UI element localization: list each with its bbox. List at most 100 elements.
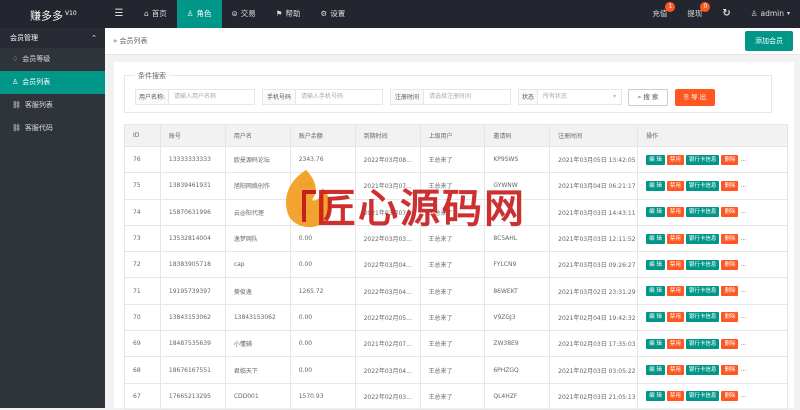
table-row: 67 17665213295 CDD001 1570.93 2022年02月03... 王…	[124, 382, 788, 410]
sidebar-item-service-list[interactable]: ⛓ 客服列表	[0, 94, 105, 117]
nav-settings[interactable]: ⚙ 设置	[311, 0, 356, 28]
table-header-cell: ID	[124, 124, 161, 147]
disable-button[interactable]: 禁用	[666, 259, 684, 270]
sidebar-item-service-code[interactable]: ⛓ 客服代码	[0, 117, 105, 140]
delete-button[interactable]: 删除	[721, 365, 739, 376]
disable-button[interactable]: 禁用	[666, 312, 684, 323]
table-cell: 2021年02月04日 19:42:32	[549, 303, 639, 332]
username-input[interactable]: 请输入用户名称	[168, 89, 255, 105]
edit-button[interactable]: 编 辑	[646, 233, 665, 244]
edit-button[interactable]: 编 辑	[646, 312, 665, 323]
bank-card-button[interactable]: 银行卡信息	[685, 312, 720, 323]
recharge-link[interactable]: 充值 1	[642, 0, 677, 28]
table-actions-cell: 编 辑禁用 银行卡信息 删除...	[637, 277, 788, 305]
add-member-button[interactable]: 添加会员	[745, 31, 793, 51]
table-row: 76 13333333333 欧曼源码论坛 2343.76 2022年03月08... 王…	[124, 145, 788, 174]
disable-button[interactable]: 禁用	[666, 338, 684, 349]
brand-logo[interactable]: 赚多多 V10	[0, 0, 105, 28]
table-cell: 王总来了	[419, 303, 486, 332]
sidebar-item-member-level[interactable]: ♢ 会员等级	[0, 48, 105, 71]
nav-help[interactable]: ⚑ 帮助	[266, 0, 311, 28]
disable-button[interactable]: 禁用	[666, 365, 684, 376]
more-button[interactable]: ...	[740, 235, 746, 242]
table-cell: 王总来了	[419, 198, 486, 226]
menu-toggle-icon[interactable]: ☰	[112, 0, 126, 28]
table-cell: 70	[124, 303, 161, 332]
disable-button[interactable]: 禁用	[666, 286, 684, 297]
table-cell: 13843153062	[224, 303, 291, 332]
edit-button[interactable]: 编 辑	[646, 338, 665, 349]
table-cell: QL4HZF	[484, 382, 551, 410]
withdraw-link[interactable]: 提现 0	[677, 0, 712, 28]
sidebar-group-member[interactable]: 会员管理 ⌃	[0, 28, 105, 48]
nav-role-label: 角色	[196, 9, 212, 18]
delete-button[interactable]: 删除	[721, 286, 739, 297]
delete-button[interactable]: 删除	[721, 180, 739, 191]
disable-button[interactable]: 禁用	[666, 154, 684, 165]
export-button[interactable]: ⎘ 导 出	[675, 89, 715, 106]
delete-button[interactable]: 删除	[721, 233, 739, 244]
edit-button[interactable]: 编 辑	[646, 180, 665, 191]
more-button[interactable]: ...	[740, 208, 746, 215]
bank-card-button[interactable]: 银行卡信息	[685, 180, 720, 191]
delete-button[interactable]: 删除	[721, 259, 739, 270]
regtime-input[interactable]: 请选择注册时间	[423, 89, 511, 105]
bank-card-button[interactable]: 银行卡信息	[685, 154, 720, 165]
edit-button[interactable]: 编 辑	[646, 286, 665, 297]
delete-button[interactable]: 删除	[721, 312, 739, 323]
user-avatar-icon: ♙	[750, 9, 758, 18]
more-button[interactable]: ...	[740, 392, 746, 399]
more-button[interactable]: ...	[740, 366, 746, 373]
more-button[interactable]: ...	[740, 340, 746, 347]
nav-role[interactable]: ♙ 角色	[176, 0, 222, 28]
more-button[interactable]: ...	[740, 156, 746, 163]
table-actions-cell: 编 辑禁用 银行卡信息 删除...	[637, 224, 788, 253]
table-row: 74 15870631996 云@阳代理 0.00 2021年03月07... 王总来了 2…	[124, 198, 788, 226]
table-cell: 0.00	[289, 198, 356, 226]
table-actions-cell: 编 辑禁用 银行卡信息 删除...	[637, 382, 788, 410]
refresh-icon[interactable]: ↻	[712, 0, 740, 28]
status-select[interactable]: 所有状态 ▾	[537, 89, 622, 105]
edit-button[interactable]: 编 辑	[646, 259, 665, 270]
export-button-label: 导 出	[691, 93, 707, 101]
disable-button[interactable]: 禁用	[666, 233, 684, 244]
delete-button[interactable]: 删除	[721, 338, 739, 349]
delete-button[interactable]: 删除	[721, 391, 739, 402]
phone-input[interactable]: 请输入手机号码	[295, 89, 383, 105]
delete-button[interactable]: 删除	[721, 207, 739, 218]
edit-button[interactable]: 编 辑	[646, 365, 665, 376]
delete-button[interactable]: 删除	[721, 154, 739, 165]
disable-button[interactable]: 禁用	[666, 180, 684, 191]
nav-home[interactable]: ⌂ 首页	[134, 0, 177, 28]
bank-card-button[interactable]: 银行卡信息	[685, 233, 720, 244]
more-button[interactable]: ...	[740, 182, 746, 189]
table-cell: 旭阳网络创作	[224, 172, 291, 200]
table-header-cell: 用户名	[224, 124, 291, 147]
bank-card-button[interactable]: 银行卡信息	[685, 338, 720, 349]
table-cell: 18487535639	[159, 330, 226, 358]
edit-button[interactable]: 编 辑	[646, 154, 665, 165]
table-cell: FYLCN9	[484, 251, 551, 279]
top-nav: ⌂ 首页 ♙ 角色 ⊜ 交易 ⚑ 帮助 ⚙ 设置	[134, 0, 355, 28]
bank-card-button[interactable]: 银行卡信息	[685, 207, 720, 218]
more-button[interactable]: ...	[740, 313, 746, 320]
search-button[interactable]: ⌕ 搜 索	[628, 89, 668, 106]
edit-button[interactable]: 编 辑	[646, 391, 665, 402]
bank-card-button[interactable]: 银行卡信息	[685, 365, 720, 376]
bank-card-button[interactable]: 银行卡信息	[685, 286, 720, 297]
regtime-label: 注册时间	[390, 89, 424, 105]
bank-card-button[interactable]: 银行卡信息	[685, 391, 720, 402]
disable-button[interactable]: 禁用	[666, 391, 684, 402]
bank-card-button[interactable]: 银行卡信息	[685, 259, 720, 270]
nav-trade[interactable]: ⊜ 交易	[222, 0, 266, 28]
more-button[interactable]: ...	[740, 261, 746, 268]
more-button[interactable]: ...	[740, 287, 746, 294]
top-bar: 赚多多 V10 ☰ ⌂ 首页 ♙ 角色 ⊜ 交易 ⚑ 帮助 ⚙ 设置 充值 1 提现 0 ↻ ♙…	[0, 0, 800, 28]
table-row: 71 19195739397 葵俊逸 1265.72 2022年03月04... 王总来了…	[124, 277, 788, 305]
user-menu[interactable]: ♙ admin ▾	[741, 0, 800, 28]
table-cell: 2022年03月04...	[354, 277, 421, 305]
disable-button[interactable]: 禁用	[666, 207, 684, 218]
edit-button[interactable]: 编 辑	[646, 207, 665, 218]
sidebar-item-member-list[interactable]: ♙ 会员列表	[0, 71, 105, 94]
table-cell: KP9SWS	[484, 145, 551, 174]
